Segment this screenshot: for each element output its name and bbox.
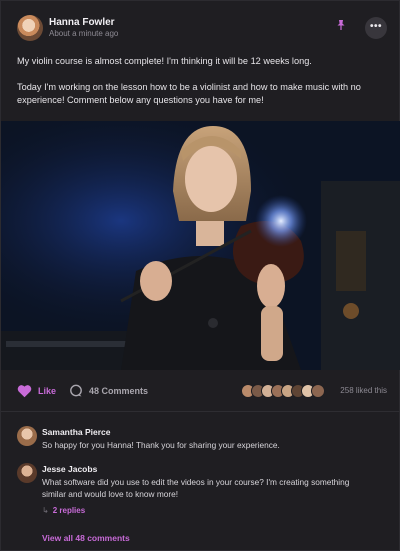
like-label: Like <box>38 386 57 396</box>
commenter-avatar[interactable] <box>17 426 37 446</box>
pin-icon[interactable] <box>335 19 349 33</box>
comment: Jesse Jacobs What software did you use t… <box>17 463 387 523</box>
commenter-name[interactable]: Samantha Pierce <box>42 427 111 437</box>
comment-bubble-icon <box>70 384 82 397</box>
comments-button[interactable]: 48 Comments <box>69 381 148 401</box>
reply-arrow-icon: ↳ <box>42 506 49 515</box>
comment-text: What software did you use to edit the vi… <box>42 477 350 499</box>
like-button[interactable]: Like <box>17 381 56 401</box>
commenter-avatar[interactable] <box>17 463 37 483</box>
post-paragraph: Today I'm working on the lesson how to b… <box>17 82 361 105</box>
post-body: My violin course is almost complete! I'm… <box>17 55 387 120</box>
post-image[interactable] <box>1 121 400 370</box>
author-name[interactable]: Hanna Fowler <box>49 17 115 28</box>
liked-count[interactable]: 258 liked this <box>340 386 387 395</box>
likers-avatars[interactable] <box>241 384 325 400</box>
view-all-comments-link[interactable]: View all 48 comments <box>42 533 130 543</box>
more-options-button[interactable]: ••• <box>365 17 387 39</box>
divider <box>1 411 400 412</box>
replies-label: 2 replies <box>52 506 86 515</box>
replies-link[interactable]: ↳ 2 replies <box>42 506 85 515</box>
comment: Samantha Pierce So happy for you Hanna! … <box>17 426 387 456</box>
post-header: Hanna Fowler About a minute ago ••• <box>17 15 387 45</box>
post-card: Hanna Fowler About a minute ago ••• My v… <box>0 0 400 551</box>
action-bar: Like 48 Comments 258 liked this <box>17 381 387 403</box>
post-timestamp: About a minute ago <box>49 29 119 38</box>
comment-text: So happy for you Hanna! Thank you for sh… <box>42 440 280 450</box>
author-avatar[interactable] <box>17 15 43 41</box>
heart-icon <box>17 385 32 398</box>
liker-avatar <box>311 384 325 398</box>
comments-count: 48 Comments <box>89 386 149 396</box>
post-paragraph: My violin course is almost complete! I'm… <box>17 56 312 66</box>
commenter-name[interactable]: Jesse Jacobs <box>42 464 97 474</box>
